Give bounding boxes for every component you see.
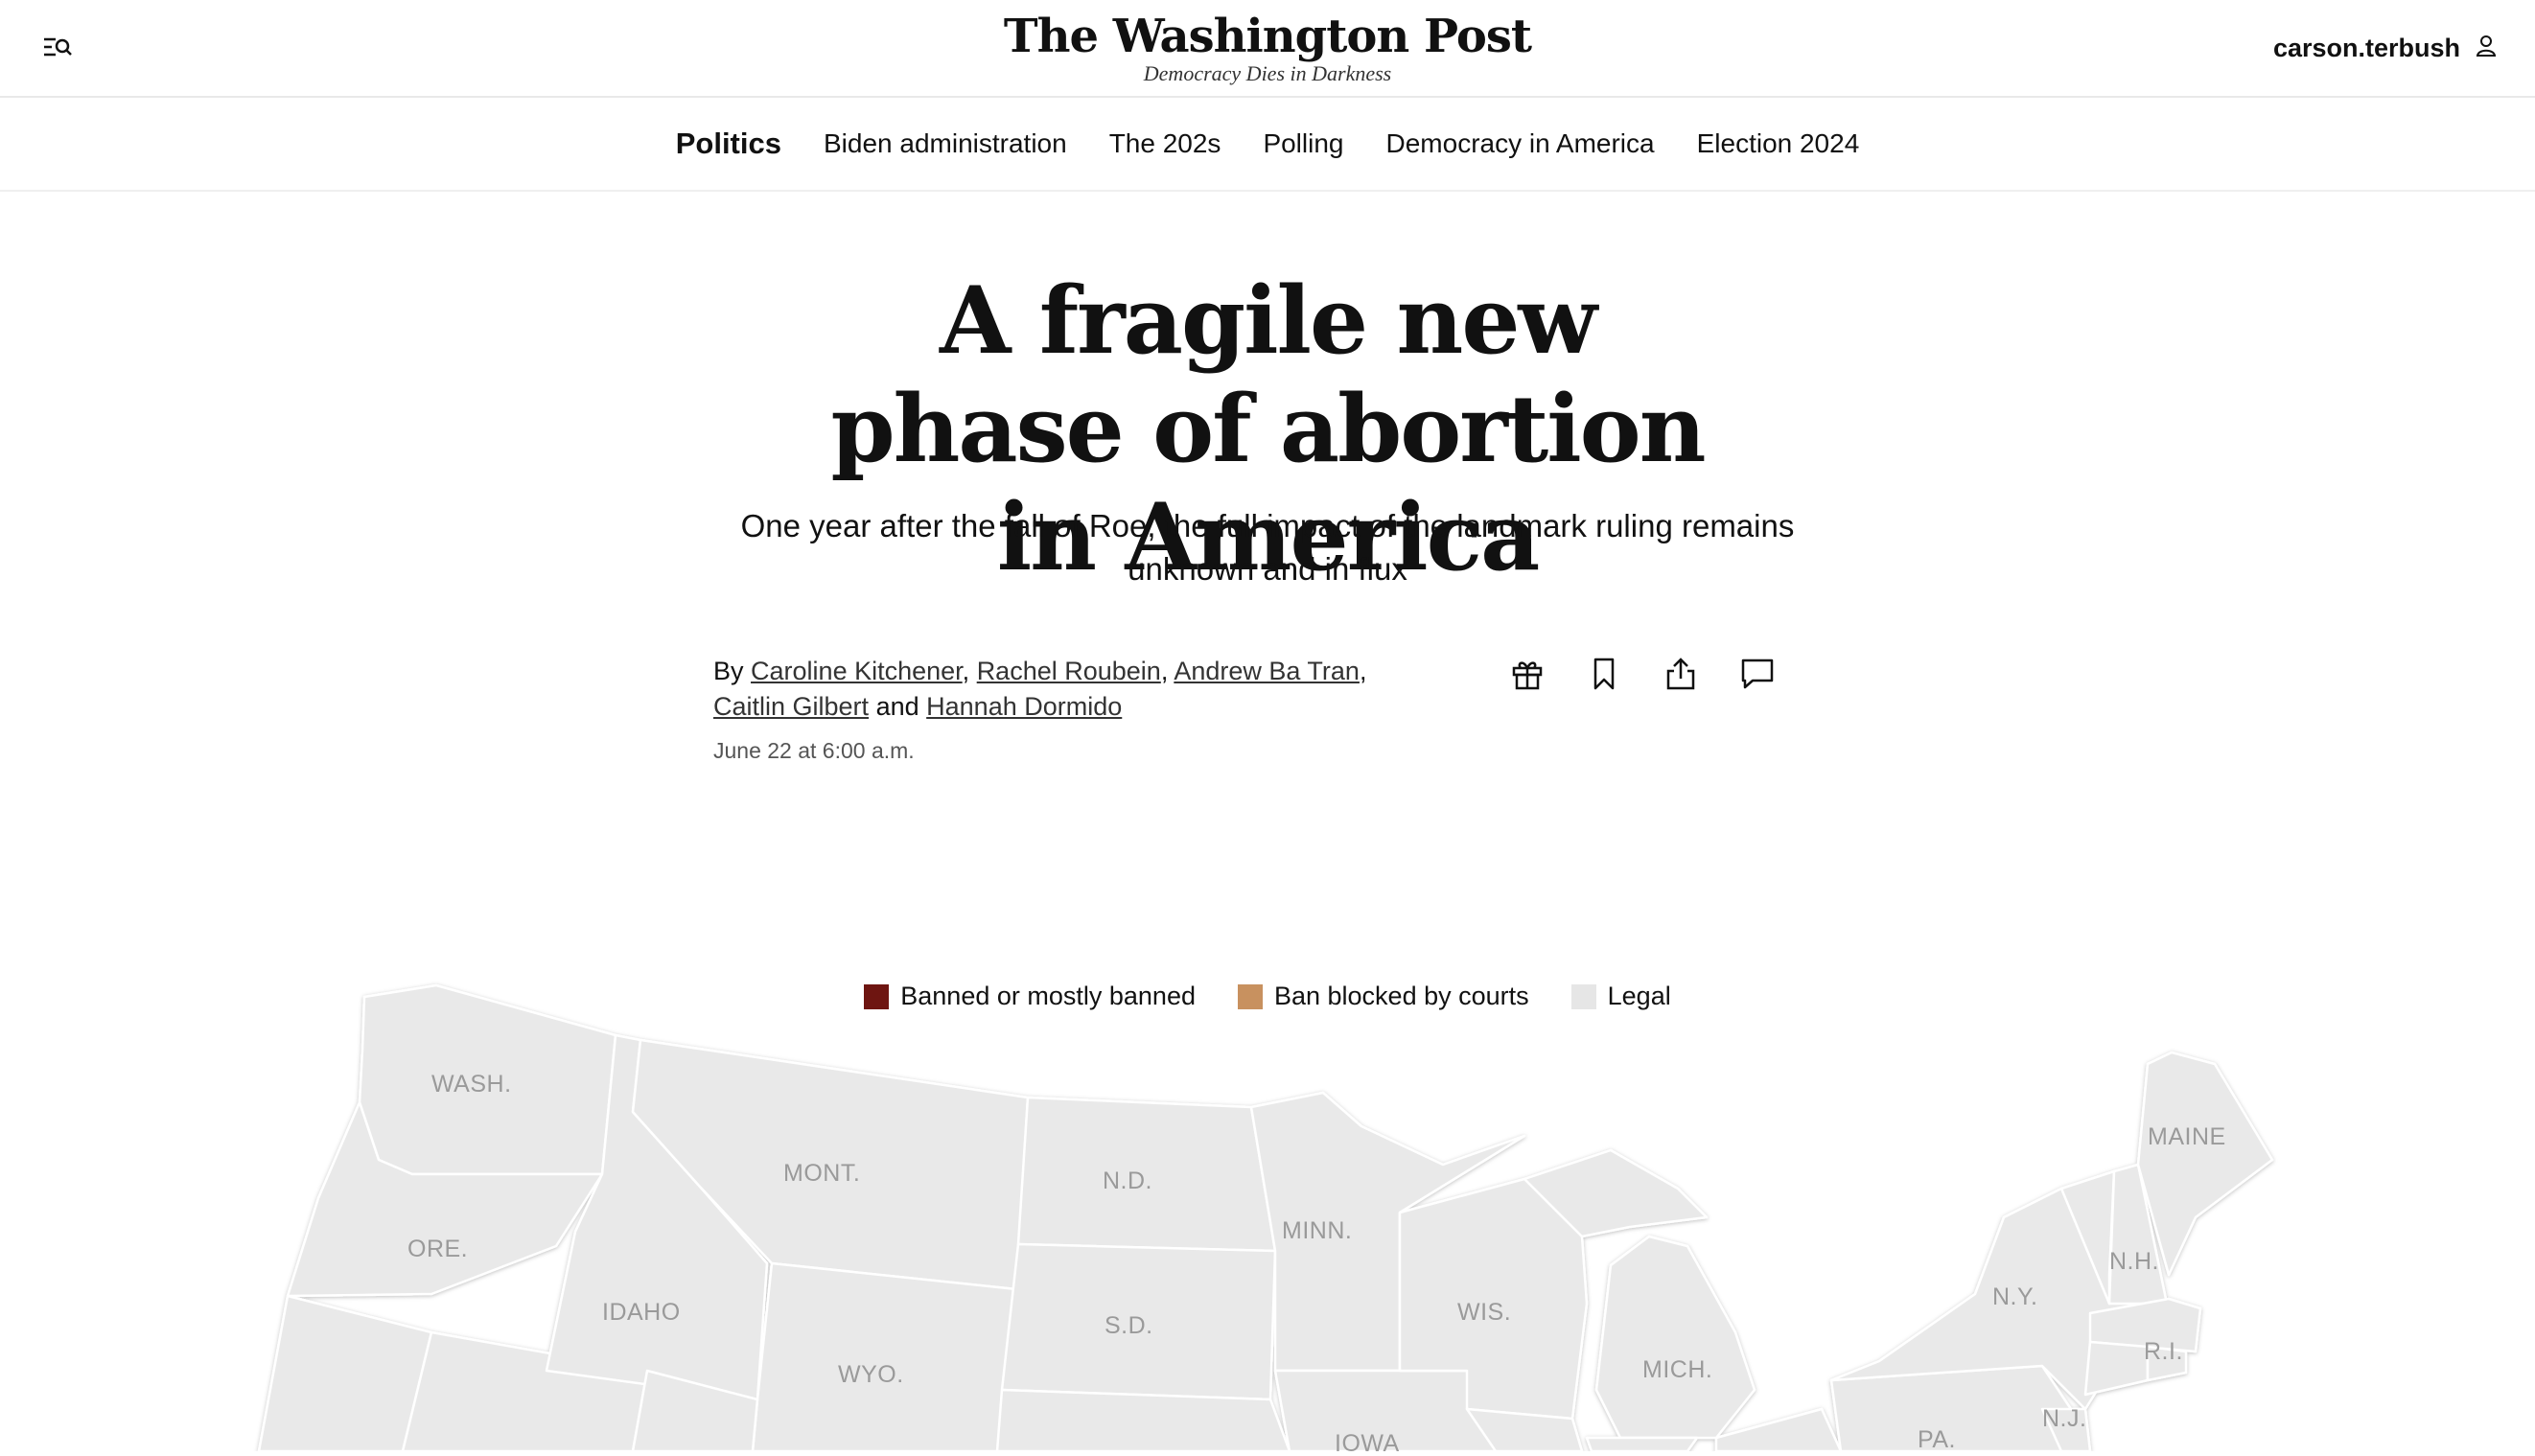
author-link[interactable]: Caitlin Gilbert	[713, 692, 869, 721]
state-label: MICH.	[1642, 1356, 1712, 1383]
author-link[interactable]: Andrew Ba Tran	[1174, 657, 1360, 685]
state-label: ORE.	[407, 1236, 468, 1262]
username: carson.terbush	[2272, 33, 2460, 62]
byline-by: By	[713, 657, 744, 685]
state-conn	[2083, 1340, 2150, 1397]
legend-label: Legal	[1607, 982, 1671, 1010]
state-neb	[995, 1388, 1291, 1453]
state-label: IDAHO	[602, 1299, 681, 1326]
legend-label: Ban blocked by courts	[1273, 982, 1529, 1010]
state-label: S.D.	[1105, 1312, 1153, 1339]
map-legend: Banned or mostly banned Ban blocked by c…	[0, 982, 2535, 1011]
state-label: WIS.	[1457, 1299, 1511, 1326]
nav-politics[interactable]: Politics	[676, 127, 781, 161]
state-label: PA.	[1918, 1426, 1956, 1451]
state-label: N.D.	[1103, 1167, 1152, 1194]
state-calif	[257, 1294, 433, 1453]
nav-democracy-in-america[interactable]: Democracy in America	[1386, 128, 1655, 159]
state-mich	[1594, 1235, 1756, 1440]
state-label: N.H.	[2109, 1248, 2159, 1275]
state-label: WASH.	[431, 1071, 512, 1098]
state-ind	[1585, 1436, 1699, 1453]
bookmark-icon[interactable]	[1586, 656, 1622, 692]
state-label: N.J.	[2042, 1405, 2086, 1432]
user-account-button[interactable]: carson.terbush	[2273, 29, 2497, 67]
gift-icon[interactable]	[1509, 656, 1546, 692]
author-link[interactable]: Rachel Roubein	[977, 657, 1161, 685]
state-label: N.Y.	[1992, 1283, 2037, 1310]
top-bar: The Washington Post Democracy Dies in Da…	[0, 0, 2535, 98]
state-label: MINN.	[1282, 1217, 1352, 1244]
state-label: IOWA	[1335, 1430, 1400, 1451]
state-wyo	[751, 1261, 1018, 1453]
user-icon	[2476, 35, 2497, 62]
state-label: WYO.	[838, 1361, 904, 1388]
legend-swatch	[864, 983, 890, 1009]
state-maine	[2136, 1051, 2274, 1277]
legend-swatch	[1237, 983, 1263, 1009]
logo[interactable]: The Washington Post	[1004, 8, 1532, 65]
article-actions	[1509, 656, 1776, 692]
state-label: MONT.	[783, 1160, 860, 1187]
nav-election-2024[interactable]: Election 2024	[1697, 128, 1860, 159]
masthead[interactable]: The Washington Post Democracy Dies in Da…	[0, 8, 2535, 86]
byline-and: and	[875, 692, 919, 721]
nav-the-202s[interactable]: The 202s	[1109, 128, 1221, 159]
state-label: R.I.	[2144, 1338, 2183, 1365]
us-abortion-map: WASH. MONT. N.D. MINN. MAINE ORE. IDAHO …	[0, 959, 2535, 1456]
state-label: MAINE	[2148, 1123, 2226, 1150]
legend-item-banned: Banned or mostly banned	[864, 982, 1196, 1011]
nav-biden-administration[interactable]: Biden administration	[824, 128, 1067, 159]
publish-date: June 22 at 6:00 a.m.	[713, 738, 915, 763]
legend-item-blocked: Ban blocked by courts	[1237, 982, 1529, 1011]
legend-item-legal: Legal	[1570, 982, 1671, 1011]
nav-polling[interactable]: Polling	[1263, 128, 1343, 159]
section-nav: Politics Biden administration The 202s P…	[0, 98, 2535, 192]
author-link[interactable]: Caroline Kitchener	[751, 657, 963, 685]
tagline: Democracy Dies in Darkness	[1143, 61, 1392, 85]
author-link[interactable]: Hannah Dormido	[926, 692, 1122, 721]
byline: By Caroline Kitchener, Rachel Roubein, A…	[713, 657, 1367, 721]
dek: One year after the fall of Roe, the full…	[740, 508, 1795, 587]
legend-swatch	[1570, 983, 1596, 1009]
legend-label: Banned or mostly banned	[900, 982, 1196, 1010]
share-icon[interactable]	[1663, 656, 1699, 692]
comment-icon[interactable]	[1739, 656, 1776, 692]
